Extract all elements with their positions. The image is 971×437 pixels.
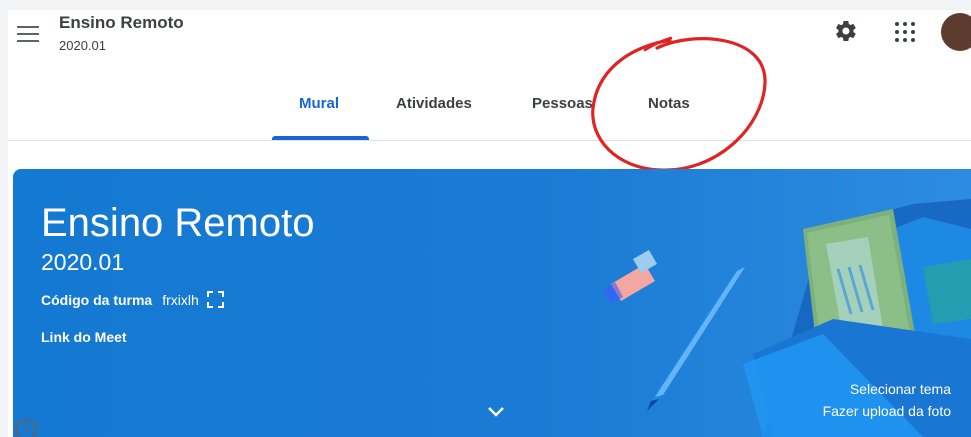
gear-icon[interactable]	[834, 19, 858, 43]
fullscreen-icon[interactable]	[206, 291, 224, 308]
banner-class-section: 2020.01	[41, 249, 125, 275]
tab-pessoas[interactable]: Pessoas	[532, 95, 593, 112]
upload-photo-link[interactable]: Fazer upload da foto	[823, 403, 951, 419]
tab-atividades[interactable]: Atividades	[396, 95, 472, 112]
apps-grid-icon[interactable]	[895, 22, 915, 42]
top-app-bar: Ensino Remoto 2020.01	[8, 10, 971, 70]
tab-notas[interactable]: Notas	[648, 95, 690, 112]
class-code-value: frxixlh	[162, 291, 199, 308]
select-theme-link[interactable]: Selecionar tema	[850, 381, 951, 397]
svg-text:?: ?	[22, 423, 29, 437]
class-title[interactable]: Ensino Remoto	[59, 13, 184, 33]
class-banner: Ensino Remoto 2020.01 Código da turma fr…	[13, 169, 971, 437]
class-subtitle: 2020.01	[59, 38, 106, 53]
tab-mural[interactable]: Mural	[299, 95, 339, 112]
help-icon[interactable]: ?	[14, 418, 38, 437]
class-code-label: Código da turma	[41, 291, 153, 308]
stationery-illustration	[603, 199, 971, 437]
banner-class-title: Ensino Remoto	[41, 201, 315, 245]
chevron-down-icon[interactable]	[486, 405, 506, 419]
hamburger-menu-icon[interactable]	[17, 26, 39, 42]
meet-link[interactable]: Link do Meet	[41, 329, 127, 345]
class-tabs: Mural Atividades Pessoas Notas	[8, 70, 971, 141]
avatar[interactable]	[941, 13, 971, 51]
active-tab-indicator	[272, 136, 369, 140]
class-code-row: Código da turma frxixlh	[41, 291, 224, 308]
